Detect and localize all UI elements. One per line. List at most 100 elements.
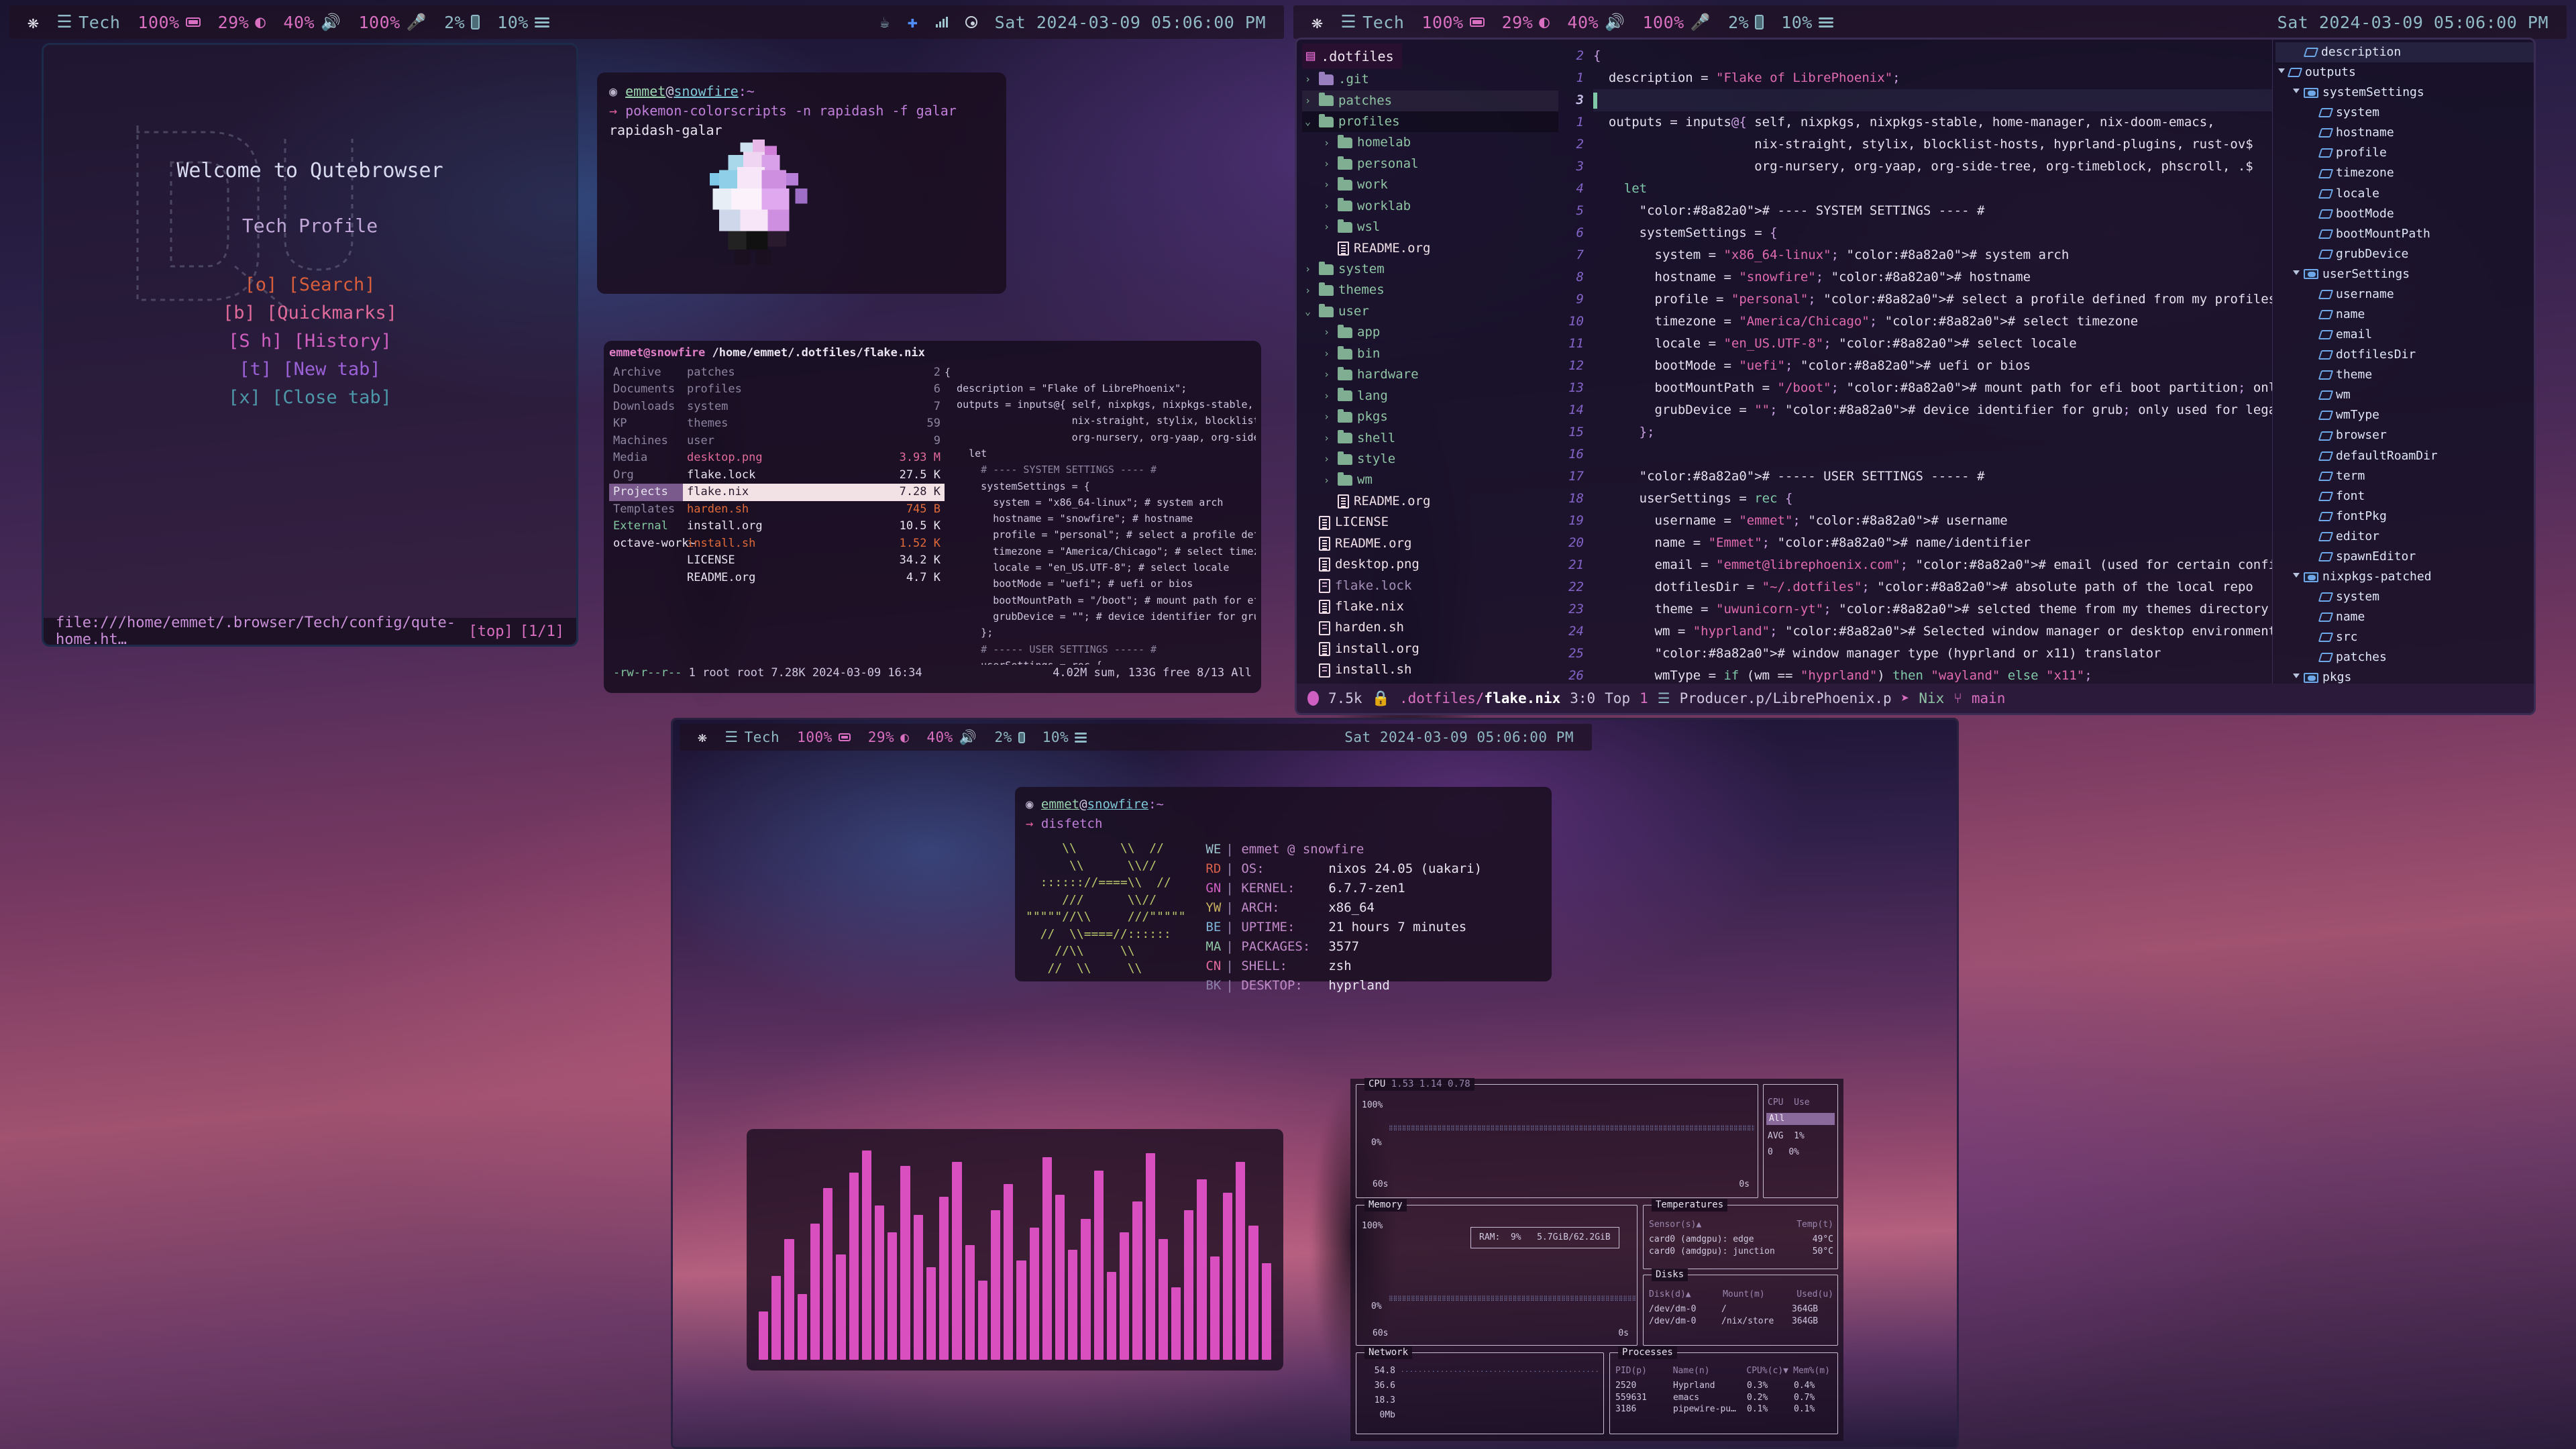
coffee-off-icon[interactable]: ☕	[871, 13, 899, 32]
code-line[interactable]: userSettings = rec {	[1593, 488, 2272, 510]
code-line[interactable]: system = "x86_64-linux"; "color:#8a82a0"…	[1593, 244, 2272, 266]
memory-indicator-3[interactable]: 2%	[985, 729, 1033, 745]
volume-indicator[interactable]: 40% 🔊	[274, 13, 350, 32]
proc-col-cpu[interactable]: CPU%(c)▼	[1746, 1365, 1793, 1377]
outline-item-system[interactable]: system	[2275, 103, 2534, 123]
wifi-icon[interactable]	[927, 17, 957, 28]
temps-col-sensor[interactable]: Sensor(s)▲	[1649, 1219, 1701, 1231]
link-new-tab[interactable]: [t] [New tab]	[239, 359, 380, 380]
code-line[interactable]: bootMode = "uefi"; "color:#8a82a0"># uef…	[1593, 355, 2272, 377]
code-line[interactable]: grubDevice = ""; "color:#8a82a0"># devic…	[1593, 399, 2273, 421]
tree-item-install-sh[interactable]: install.sh	[1302, 659, 1558, 680]
nix-snowflake-icon-3[interactable]: ❋	[689, 729, 716, 746]
workspace-indicator-2[interactable]: ☰ Tech	[1332, 13, 1413, 32]
outline-item-system[interactable]: system	[2275, 587, 2534, 607]
outline-item-username[interactable]: username	[2275, 284, 2534, 305]
chevron-down-icon[interactable]	[2293, 270, 2300, 278]
chevron-right-icon[interactable]: ›	[1324, 346, 1333, 362]
temps-col-temp[interactable]: Temp(t)	[1796, 1219, 1833, 1231]
ranger-file-row[interactable]: profiles 6	[683, 381, 945, 398]
status-bar-bottom-window[interactable]: ❋ ☰ Tech 100% 29% ◐ 40% 🔊 2% 10% Sat 2024-0…	[680, 724, 1592, 751]
code-line[interactable]: profile = "personal"; "color:#8a82a0"># …	[1593, 288, 2273, 311]
outline-item-theme[interactable]: theme	[2275, 365, 2534, 385]
project-root-label[interactable]: ▤ .dotfiles	[1302, 44, 1402, 70]
memory-indicator[interactable]: 2%	[435, 13, 488, 32]
ranger-parent-column[interactable]: Archive Documents Downloads KP Machines Media…	[609, 364, 696, 665]
ranger-parent-item[interactable]: Downloads	[609, 398, 683, 416]
process-row[interactable]: 559631 emacs 0.2% 0.7%	[1615, 1392, 1833, 1404]
outline-item-nixpkgs-patched[interactable]: nixpkgs-patched	[2275, 567, 2534, 587]
nix-snowflake-icon[interactable]: ❋	[19, 13, 48, 32]
ranger-current-column[interactable]: patches 2 profiles 6 system 7 themes 59 user 9 des…	[683, 364, 945, 665]
code-line[interactable]: "color:#8a82a0"># window manager type (h…	[1593, 643, 2272, 665]
tree-item-patches[interactable]: › patches	[1302, 90, 1558, 111]
cava-audio-visualizer[interactable]	[747, 1129, 1283, 1371]
chevron-right-icon[interactable]: ›	[1324, 199, 1333, 214]
outline-item-name[interactable]: name	[2275, 305, 2534, 325]
ranger-file-row[interactable]: system 7	[683, 398, 945, 416]
tree-item-license[interactable]: LICENSE	[1302, 512, 1558, 533]
chevron-right-icon[interactable]: ›	[1324, 367, 1333, 382]
ranger-parent-item[interactable]: Media	[609, 449, 683, 467]
brightness-indicator-3[interactable]: 29% ◐	[859, 729, 918, 745]
tree-item-hardware[interactable]: › hardware	[1302, 364, 1558, 385]
outline-item-systemsettings[interactable]: systemSettings	[2275, 83, 2534, 103]
emacs-project-tree[interactable]: ▤ .dotfiles › .git › patches ⌄ profiles › homel…	[1297, 40, 1558, 684]
chevron-right-icon[interactable]: ›	[1324, 136, 1333, 151]
btop-memory-panel[interactable]: Memory 100% 0% RAM: 9% 5.7GiB/62.2GiB ⣿⣿…	[1356, 1199, 1638, 1346]
outline-item-wm[interactable]: wm	[2275, 385, 2534, 405]
disks-col-mount[interactable]: Mount(m)	[1723, 1289, 1765, 1301]
chevron-down-icon[interactable]: ⌄	[1305, 304, 1314, 319]
ranger-file-row[interactable]: flake.lock 27.5 K	[683, 467, 945, 484]
btop-disks-panel[interactable]: Disks Disk(d)▲ Mount(m) Used(u) /dev/dm-…	[1643, 1269, 1838, 1346]
code-line[interactable]: wm = "hyprland"; "color:#8a82a0"># Selec…	[1593, 621, 2273, 643]
bluetooth-icon[interactable]: ✚	[899, 12, 927, 32]
btop-cpu-panel[interactable]: CPU 1.53 1.14 0.78 100% 0% ⣿⣿⣿⣿⣿⣿⣿⣿⣿⣿⣿⣿⣿…	[1356, 1078, 1758, 1198]
status-bar-left-monitor[interactable]: ❋ ☰ Tech 100% 29% ◐ 40% 🔊 100% 🎤 2% 10% ☕ ✚ …	[9, 5, 1284, 39]
link-history[interactable]: [S h] [History]	[228, 331, 392, 352]
ranger-file-row[interactable]: user 9	[683, 433, 945, 450]
btop-system-monitor[interactable]: CPU 1.53 1.14 0.78 100% 0% ⣿⣿⣿⣿⣿⣿⣿⣿⣿⣿⣿⣿⣿…	[1350, 1078, 1843, 1441]
outline-item-profile[interactable]: profile	[2275, 143, 2534, 163]
ranger-file-row[interactable]: LICENSE 34.2 K	[683, 552, 945, 570]
ranger-parent-item[interactable]: Templates	[609, 501, 683, 519]
proc-col-mem[interactable]: Mem%(m)	[1793, 1365, 1833, 1377]
tree-item-personal[interactable]: › personal	[1302, 154, 1558, 174]
chevron-down-icon[interactable]	[2293, 674, 2300, 682]
code-line[interactable]: bootMountPath = "/boot"; "color:#8a82a0"…	[1593, 377, 2273, 399]
ranger-file-manager-window[interactable]: emmet@snowfire /home/emmet/.dotfiles/fla…	[604, 341, 1261, 693]
tree-item-themes[interactable]: › themes	[1302, 280, 1558, 301]
brightness-indicator[interactable]: 29% ◐	[209, 13, 275, 32]
tree-item-app[interactable]: › app	[1302, 322, 1558, 343]
ranger-file-row[interactable]: flake.nix 7.28 K	[683, 484, 945, 501]
proc-col-pid[interactable]: PID(p)	[1615, 1365, 1673, 1377]
battery-indicator[interactable]: 100%	[129, 13, 209, 32]
code-line[interactable]: outputs = inputs@{ self, nixpkgs, nixpkg…	[1593, 111, 2272, 133]
tree-item-work[interactable]: › work	[1302, 174, 1558, 195]
outline-item-dotfilesdir[interactable]: dotfilesDir	[2275, 345, 2534, 365]
outline-item-description[interactable]: description	[2275, 42, 2534, 63]
cpu-indicator-3[interactable]: 10%	[1034, 729, 1095, 745]
clock[interactable]: Sat 2024-03-09 05:06:00 PM	[986, 13, 1275, 32]
microphone-indicator[interactable]: 100% 🎤	[350, 13, 435, 32]
ranger-parent-item[interactable]: octave-work~	[609, 535, 696, 553]
nix-snowflake-icon-2[interactable]: ❋	[1303, 13, 1332, 32]
workspace-indicator[interactable]: ☰ Tech	[48, 13, 129, 32]
workspace-indicator-3[interactable]: ☰ Tech	[716, 729, 788, 746]
code-line[interactable]: description = "Flake of LibrePhoenix";	[1593, 67, 2272, 89]
cpu-core-all[interactable]: All	[1766, 1113, 1835, 1125]
outline-item-email[interactable]: email	[2275, 325, 2534, 345]
link-close-tab[interactable]: [x] [Close tab]	[228, 387, 392, 408]
tree-item-flake-nix[interactable]: flake.nix	[1302, 596, 1558, 617]
tree-item-desktop-png[interactable]: desktop.png	[1302, 554, 1558, 575]
outline-item-timezone[interactable]: timezone	[2275, 163, 2534, 183]
code-line[interactable]: hostname = "snowfire"; "color:#8a82a0">#…	[1593, 266, 2272, 288]
code-line[interactable]: wmType = if (wm == "hyprland") then "way…	[1593, 665, 2272, 684]
outline-item-outputs[interactable]: outputs	[2275, 62, 2534, 83]
chevron-right-icon[interactable]: ›	[1324, 451, 1333, 467]
outline-item-browser[interactable]: browser	[2275, 425, 2534, 445]
chevron-right-icon[interactable]: ›	[1324, 156, 1333, 172]
tree-item-install-org[interactable]: install.org	[1302, 639, 1558, 659]
btop-network-panel[interactable]: Network 54.8 36.6 18.3 0Mb ⢀⢀⢀⢀⢀⢀⢀⢀⢀⢀⢀⢀⢀⢀⢀⢀…	[1356, 1346, 1604, 1434]
chevron-right-icon[interactable]: ›	[1305, 283, 1314, 299]
